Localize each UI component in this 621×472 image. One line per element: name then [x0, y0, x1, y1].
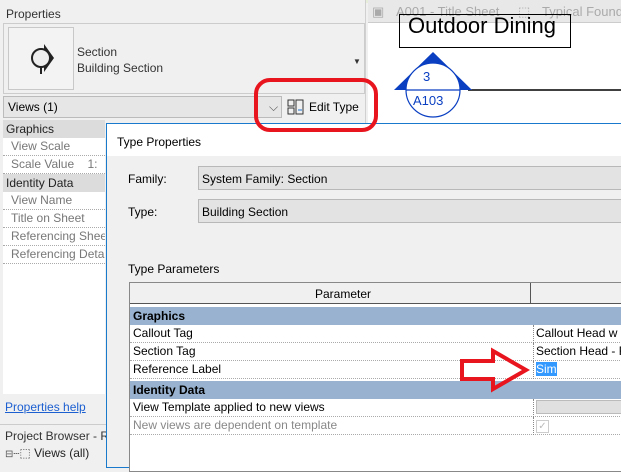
properties-help-link[interactable]: Properties help — [5, 400, 86, 414]
column-header-parameter[interactable]: Parameter — [315, 287, 371, 301]
group-identity-data: Identity Data — [130, 381, 621, 399]
prop-row-title-on-sheet[interactable]: Title on Sheet — [3, 210, 105, 228]
prop-row-referencing-sheet[interactable]: Referencing Sheet — [3, 228, 105, 246]
type-selector[interactable]: Section Building Section ▼ — [3, 23, 365, 94]
table-row[interactable]: New views are dependent on template ✓ — [130, 417, 621, 435]
views-icon: ⬚ — [19, 446, 31, 460]
type-properties-dialog: Type Properties Family: System Family: S… — [106, 123, 621, 472]
dialog-title: Type Properties — [107, 124, 621, 156]
view-template-button[interactable] — [533, 399, 621, 417]
tree-item-views-all[interactable]: ⊟┄⬚ Views (all) — [5, 446, 89, 460]
family-select[interactable]: System Family: Section — [198, 166, 621, 190]
drawing-view[interactable]: ▣ A001 - Title Sheet ⬚ Typical Founda Ou… — [368, 0, 621, 123]
family-label: Family: — [128, 172, 167, 186]
table-row[interactable]: Reference Label Sim — [130, 361, 621, 379]
prop-label: Referencing Detail — [11, 247, 105, 261]
type-label: Type: — [128, 205, 158, 219]
param-value[interactable]: Callout Head w 3 — [533, 325, 621, 343]
param-name: Callout Tag — [133, 326, 193, 340]
type-subname: Building Section — [77, 61, 164, 75]
dependent-checkbox[interactable]: ✓ — [533, 417, 549, 435]
reference-label-input[interactable]: Sim — [533, 361, 557, 379]
param-value[interactable]: Section Head - Fi — [533, 343, 621, 361]
properties-title: Properties — [6, 7, 61, 21]
dropdown-arrow-icon: ▼ — [353, 57, 361, 66]
table-row[interactable]: View Template applied to new views — [130, 399, 621, 417]
prop-group-graphics: Graphics — [3, 120, 105, 138]
prop-label: Referencing Sheet — [11, 229, 105, 243]
properties-empty-area — [3, 264, 105, 394]
param-name: Section Tag — [133, 344, 196, 358]
prop-value: 1: — [87, 157, 98, 171]
prop-row-referencing-detail[interactable]: Referencing Detail — [3, 246, 105, 264]
prop-group-identity-data: Identity Data — [3, 174, 105, 192]
type-select[interactable]: Building Section — [198, 199, 621, 223]
edit-type-label: Edit Type — [309, 100, 359, 114]
prop-label: Scale Value — [11, 157, 75, 171]
param-name: View Template applied to new views — [133, 400, 325, 414]
table-row[interactable]: Section Tag Section Head - Fi — [130, 343, 621, 361]
views-filter-dropdown[interactable]: Views (1) ⌵ — [3, 96, 282, 118]
table-row[interactable]: Callout Tag Callout Head w 3 — [130, 325, 621, 343]
prop-label: View Name — [11, 193, 73, 207]
type-name: Section — [77, 45, 118, 59]
project-browser-title: Project Browser - R — [5, 429, 110, 443]
section-marker[interactable] — [368, 0, 621, 123]
prop-label: View Scale — [11, 139, 71, 153]
table-header: Parameter — [130, 283, 621, 304]
selected-text: Sim — [536, 362, 557, 376]
param-name: New views are dependent on template — [133, 418, 338, 432]
section-type-icon — [8, 27, 74, 90]
prop-row-view-scale[interactable]: View Scale — [3, 138, 105, 156]
prop-row-scale-value[interactable]: Scale Value 1: — [3, 156, 105, 174]
section-number: 3 — [423, 69, 431, 84]
edit-type-button[interactable]: Edit Type — [284, 96, 364, 118]
prop-row-view-name[interactable]: View Name — [3, 192, 105, 210]
views-filter-label: Views (1) — [8, 100, 58, 114]
column-divider — [530, 283, 531, 304]
type-parameters-label: Type Parameters — [128, 262, 220, 276]
section-sheet: A103 — [413, 93, 444, 108]
tree-label: Views (all) — [34, 446, 90, 460]
collapse-icon[interactable]: ⊟┄ — [5, 449, 19, 460]
type-parameters-table: Parameter Graphics Callout Tag Callout He… — [129, 282, 621, 472]
edit-type-icon — [287, 99, 304, 115]
chevron-down-icon: ⌵ — [269, 100, 279, 114]
param-name: Reference Label — [133, 362, 222, 376]
prop-label: Title on Sheet — [11, 211, 85, 225]
group-graphics: Graphics — [130, 307, 621, 325]
